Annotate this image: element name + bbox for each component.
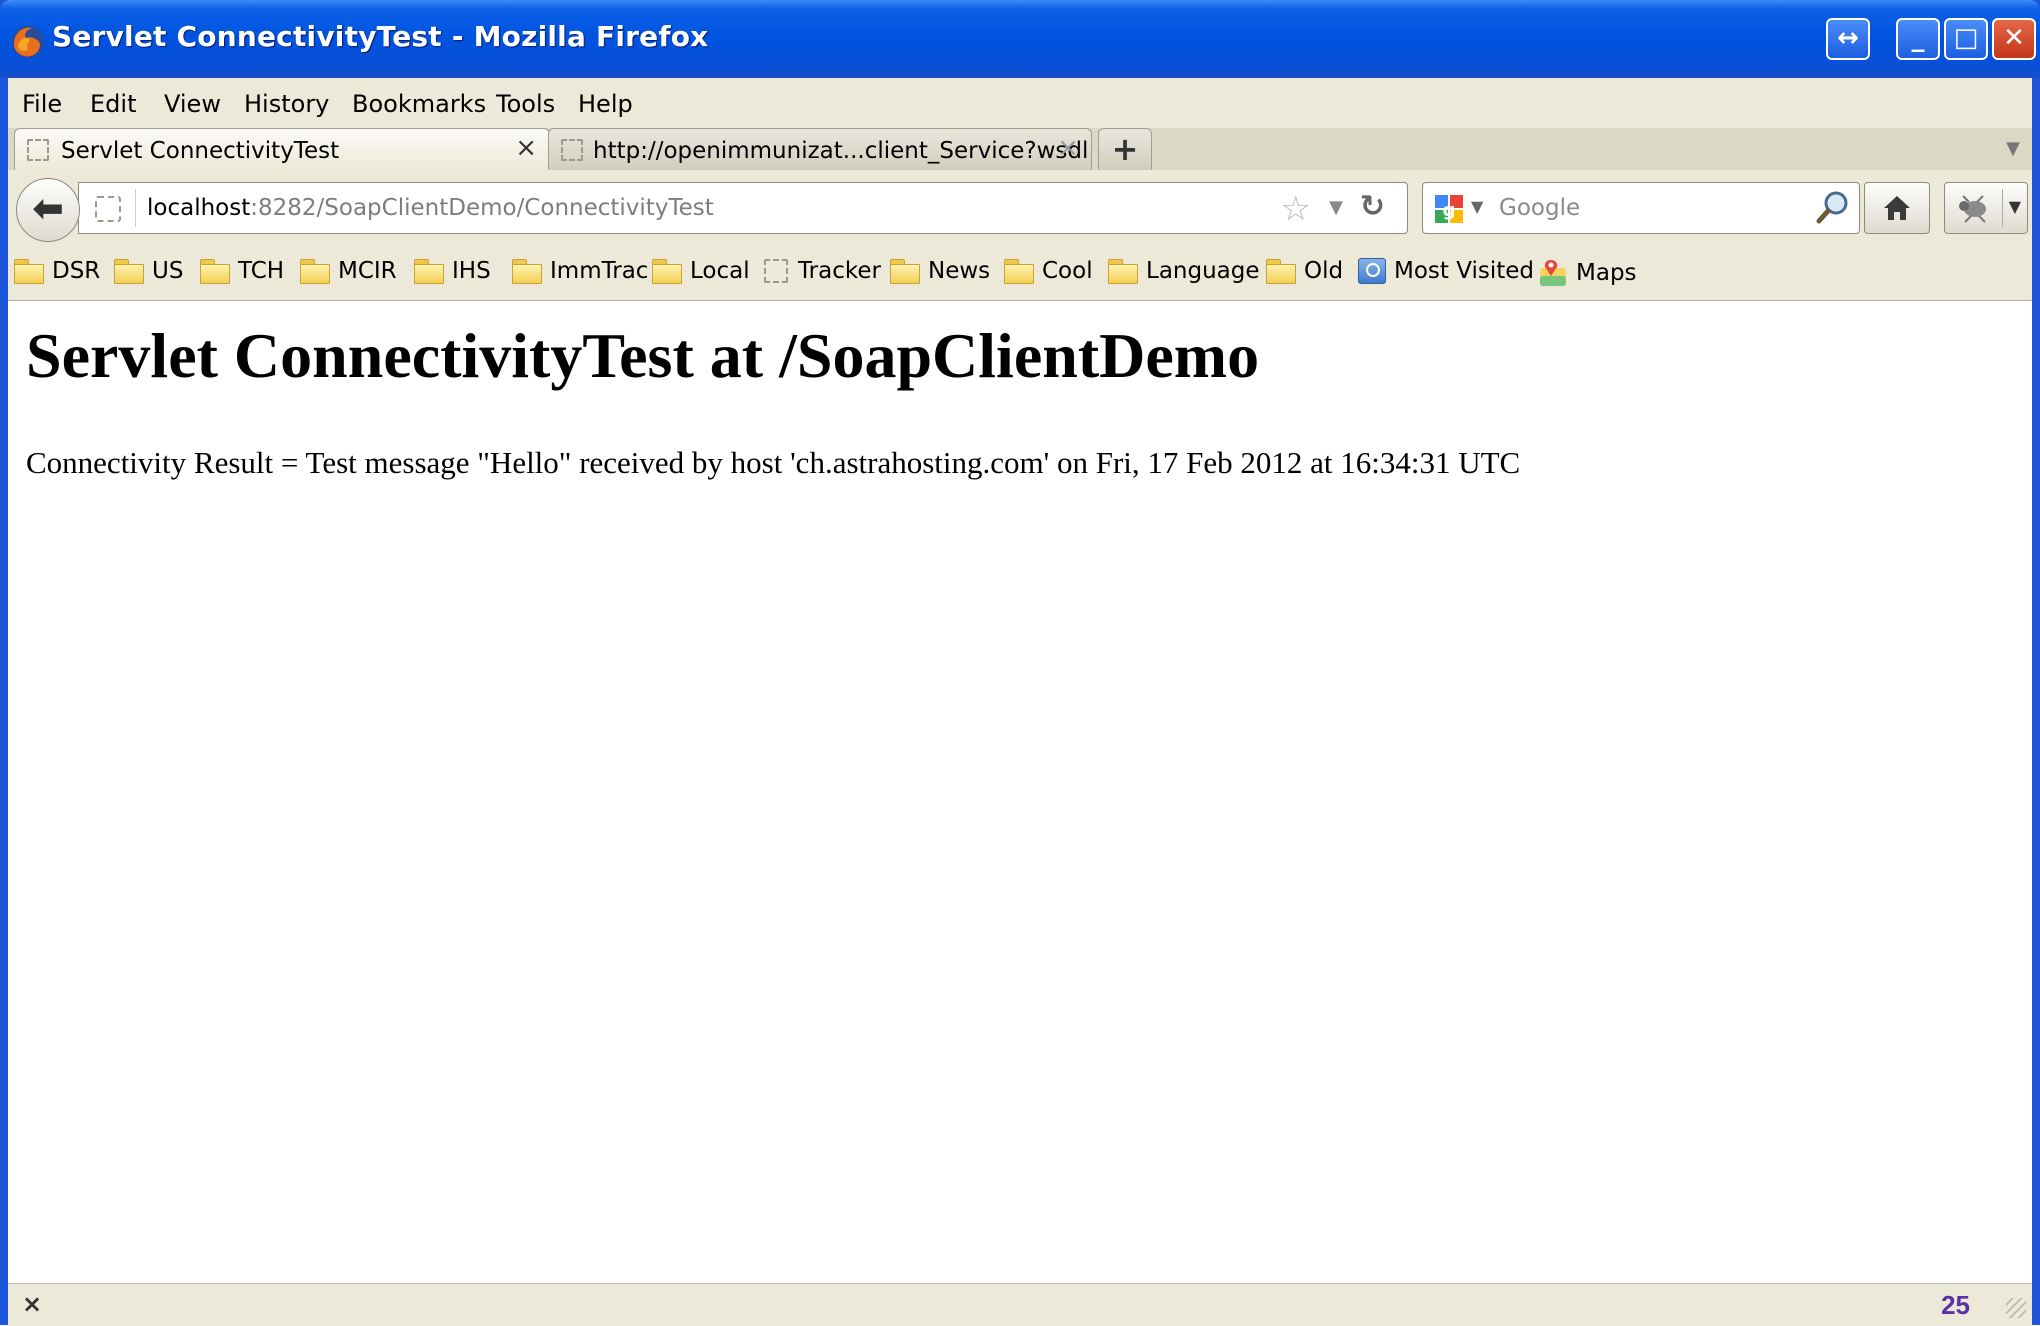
bookmark-label: ImmTrac: [550, 258, 649, 284]
maximize-button[interactable]: □: [1944, 18, 1988, 60]
tab-label: Servlet ConnectivityTest: [61, 138, 340, 164]
tab-label: http://openimmunizat...client_Service?ws…: [593, 138, 1089, 164]
firefox-logo-icon: [12, 26, 44, 58]
page-icon: [561, 139, 583, 161]
connectivity-result-text: Connectivity Result = Test message "Hell…: [26, 445, 1521, 480]
new-tab-button[interactable]: +: [1098, 128, 1152, 170]
page-number: 25: [1941, 1290, 1970, 1320]
bookmark-most-visited[interactable]: Most Visited: [1358, 258, 1534, 290]
menu-history[interactable]: History: [244, 90, 329, 118]
menu-tools[interactable]: Tools: [496, 90, 555, 118]
folder-icon: [14, 259, 44, 284]
bookmark-folder-us[interactable]: US: [114, 258, 183, 290]
folder-icon: [200, 259, 230, 284]
most-visited-icon: [1358, 258, 1386, 284]
bookmark-label: Language: [1146, 258, 1260, 284]
bookmark-label: MCIR: [338, 258, 397, 284]
search-placeholder: Google: [1499, 195, 1581, 221]
folder-icon: [1266, 259, 1296, 284]
url-divider: [135, 189, 136, 227]
bookmark-label: Old: [1304, 258, 1344, 284]
folder-icon: [300, 259, 330, 284]
tab-servlet-connectivity-test[interactable]: Servlet ConnectivityTest ×: [14, 128, 550, 171]
home-icon: [1884, 196, 1910, 220]
folder-icon: [890, 259, 920, 284]
close-window-button[interactable]: ✕: [1992, 18, 2036, 60]
google-search-engine-icon[interactable]: g: [1433, 193, 1465, 225]
close-tab-icon[interactable]: ×: [1057, 133, 1079, 163]
folder-icon: [414, 259, 444, 284]
folder-icon: [1004, 259, 1034, 284]
search-engine-dropdown-icon[interactable]: ▼: [1471, 197, 1483, 216]
maps-icon: [1540, 260, 1566, 286]
site-identity-icon[interactable]: [95, 196, 121, 222]
svg-text:g: g: [1443, 200, 1456, 221]
bookmark-folder-ihs[interactable]: IHS: [414, 258, 491, 290]
bookmark-folder-cool[interactable]: Cool: [1004, 258, 1093, 290]
bookmark-folder-language[interactable]: Language: [1108, 258, 1260, 290]
bookmark-folder-local[interactable]: Local: [652, 258, 750, 290]
bookmark-label: TCH: [238, 258, 285, 284]
bookmark-tracker[interactable]: Tracker: [764, 258, 881, 290]
bookmark-folder-tch[interactable]: TCH: [200, 258, 284, 290]
menu-edit[interactable]: Edit: [90, 90, 136, 118]
addon-bug-icon: [1959, 195, 1986, 223]
url-path: :8282/SoapClientDemo/ConnectivityTest: [250, 195, 714, 221]
url-host: localhost: [147, 195, 251, 221]
window-title: Servlet ConnectivityTest - Mozilla Firef…: [52, 20, 709, 53]
menu-file[interactable]: File: [22, 90, 62, 118]
bookmark-label: Cool: [1042, 258, 1093, 284]
tab-wsdl[interactable]: http://openimmunizat...client_Service?ws…: [548, 128, 1092, 170]
bookmark-star-icon[interactable]: ☆: [1281, 189, 1311, 229]
resize-grip-icon[interactable]: [2006, 1298, 2026, 1318]
addon-button[interactable]: ▼: [1944, 182, 2028, 234]
url-history-dropdown-icon[interactable]: ▼: [1329, 197, 1343, 218]
reload-icon[interactable]: ↻: [1360, 189, 1385, 224]
close-tab-icon[interactable]: ×: [515, 133, 537, 163]
bookmark-label: Most Visited: [1394, 258, 1534, 284]
addon-dropdown-icon[interactable]: ▼: [2009, 197, 2021, 216]
bookmark-label: DSR: [52, 258, 101, 284]
tab-strip: Servlet ConnectivityTest × http://openim…: [8, 128, 2032, 171]
search-bar[interactable]: g ▼ Google: [1422, 182, 1860, 234]
menu-bar: File Edit View History Bookmarks Tools H…: [8, 78, 2032, 128]
bookmark-label: Maps: [1576, 260, 1637, 286]
folder-icon: [512, 259, 542, 284]
home-button[interactable]: [1864, 182, 1930, 234]
bookmark-folder-old[interactable]: Old: [1266, 258, 1343, 290]
search-icon[interactable]: [1815, 189, 1851, 225]
minimize-button[interactable]: _: [1896, 18, 1940, 60]
page-icon: [27, 139, 49, 161]
tab-list-chevron-icon[interactable]: ▼: [2006, 138, 2020, 159]
folder-icon: [114, 259, 144, 284]
menu-help[interactable]: Help: [578, 90, 633, 118]
navigation-toolbar: localhost:8282/SoapClientDemo/Connectivi…: [8, 170, 2032, 248]
addon-divider: [2002, 189, 2003, 227]
title-bar[interactable]: Servlet ConnectivityTest - Mozilla Firef…: [0, 0, 2040, 78]
bookmark-label: Tracker: [798, 258, 881, 284]
page-heading: Servlet ConnectivityTest at /SoapClientD…: [26, 320, 1260, 391]
back-button[interactable]: ⬅: [16, 178, 80, 242]
url-bar[interactable]: localhost:8282/SoapClientDemo/Connectivi…: [78, 182, 1408, 234]
bookmark-folder-dsr[interactable]: DSR: [14, 258, 100, 290]
page-content: Servlet ConnectivityTest at /SoapClientD…: [8, 301, 2032, 1283]
menu-bookmarks[interactable]: Bookmarks: [352, 90, 486, 118]
bookmark-folder-news[interactable]: News: [890, 258, 990, 290]
bookmark-label: Local: [690, 258, 750, 284]
restore-size-button[interactable]: ↔: [1826, 18, 1870, 60]
bookmark-label: IHS: [452, 258, 491, 284]
bookmark-maps[interactable]: Maps: [1538, 258, 1637, 290]
page-icon: [764, 259, 788, 283]
status-bar: × 25: [8, 1283, 2032, 1326]
close-addon-bar-icon[interactable]: ×: [22, 1290, 42, 1318]
bookmark-label: News: [928, 258, 991, 284]
bookmark-folder-mcir[interactable]: MCIR: [300, 258, 397, 290]
folder-icon: [652, 259, 682, 284]
url-text[interactable]: localhost:8282/SoapClientDemo/Connectivi…: [147, 195, 714, 221]
bookmark-folder-immtrac[interactable]: ImmTrac: [512, 258, 648, 290]
folder-icon: [1108, 259, 1138, 284]
bookmarks-toolbar: DSR US TCH MCIR IHS ImmTrac Local Tracke…: [8, 248, 2032, 301]
bookmark-label: US: [152, 258, 184, 284]
menu-view[interactable]: View: [164, 90, 221, 118]
